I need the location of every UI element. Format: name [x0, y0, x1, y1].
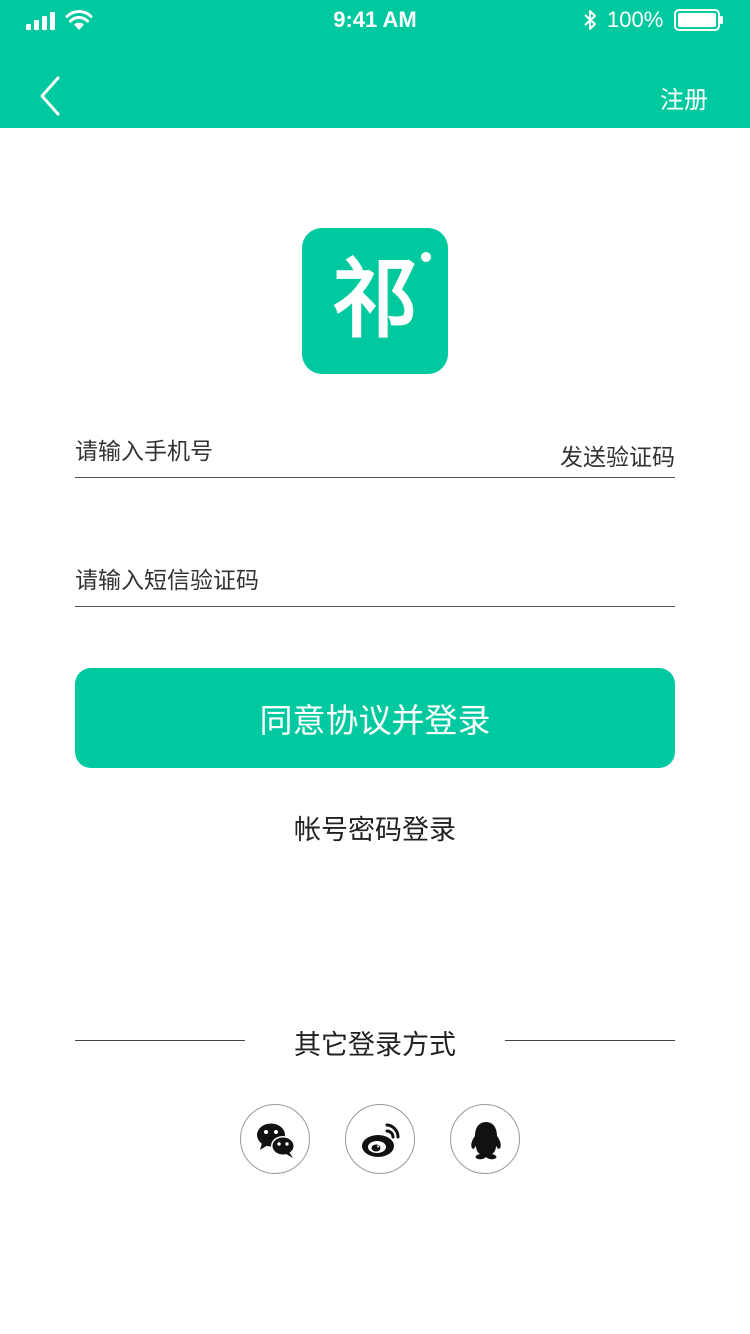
qq-penguin-icon — [471, 1122, 501, 1160]
sms-code-field — [75, 547, 675, 607]
sms-code-input[interactable] — [75, 561, 515, 601]
wechat-login-button[interactable] — [240, 1104, 310, 1174]
header-bar: 9:41 AM 100% 注册 — [0, 0, 750, 128]
wechat-icon — [257, 1123, 295, 1158]
app-logo: 祁 — [302, 228, 448, 374]
password-login-link[interactable]: 帐号密码登录 — [0, 808, 750, 847]
divider-right — [505, 1040, 675, 1041]
phone-input[interactable] — [75, 432, 515, 472]
other-login-title: 其它登录方式 — [294, 1030, 456, 1061]
divider-left — [75, 1040, 245, 1041]
battery-icon — [674, 9, 723, 31]
status-bar: 9:41 AM 100% — [0, 0, 750, 40]
qq-login-button[interactable] — [450, 1104, 520, 1174]
agree-login-button[interactable]: 同意协议并登录 — [75, 668, 675, 768]
back-chevron-icon[interactable] — [28, 72, 72, 122]
battery-percentage: 100% — [607, 7, 664, 32]
weibo-icon — [362, 1123, 400, 1157]
phone-field: 发送验证码 — [75, 418, 675, 478]
weibo-login-button[interactable] — [345, 1104, 415, 1174]
logo-dot — [421, 252, 431, 262]
logo-character: 祁 — [332, 250, 418, 350]
register-link[interactable]: 注册 — [660, 80, 708, 115]
send-code-button[interactable]: 发送验证码 — [560, 438, 675, 472]
bluetooth-icon — [584, 10, 596, 30]
